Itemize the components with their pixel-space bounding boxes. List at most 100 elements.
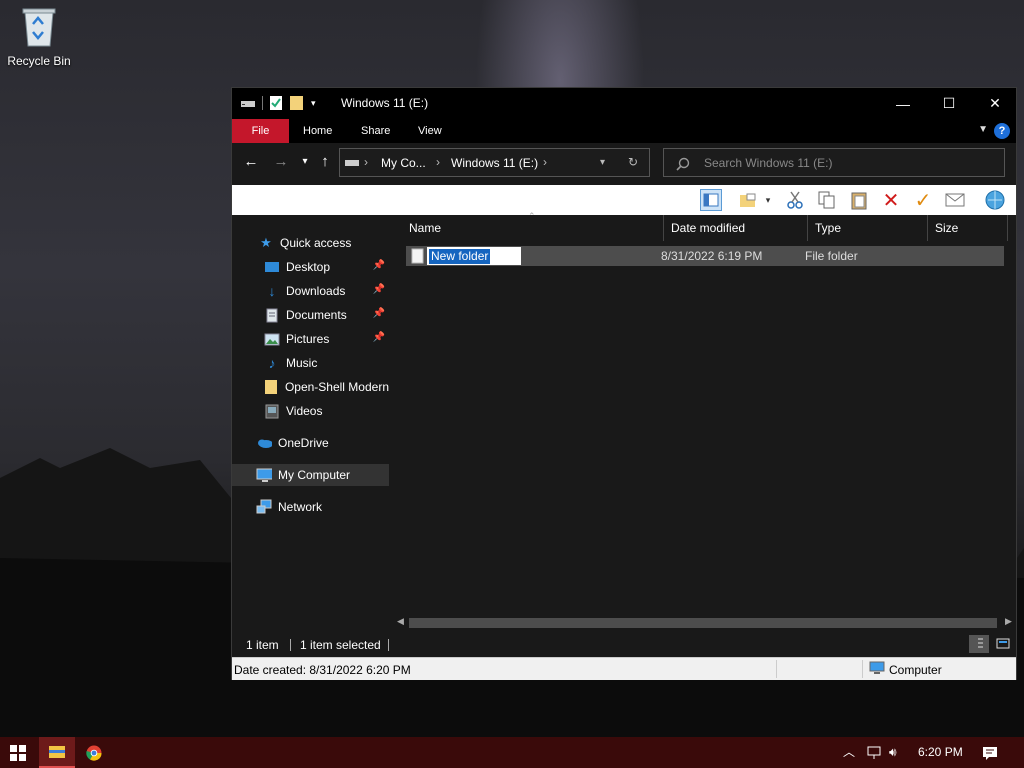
- tab-share[interactable]: Share: [347, 119, 404, 143]
- back-button[interactable]: ←: [240, 151, 262, 173]
- search-box[interactable]: Search Windows 11 (E:): [663, 148, 1005, 177]
- nav-network[interactable]: Network: [232, 496, 389, 518]
- tab-home[interactable]: Home: [289, 119, 346, 143]
- close-button[interactable]: ✕: [972, 88, 1018, 119]
- scroll-thumb[interactable]: [409, 618, 997, 628]
- address-bar[interactable]: › My Co... › Windows 11 (E:) › ▾ ↻: [339, 148, 650, 177]
- folder-icon: [264, 379, 279, 395]
- column-header-size[interactable]: Size: [928, 215, 1008, 241]
- breadcrumb-separator: ›: [543, 155, 547, 169]
- ribbon-tabs: File Home Share View: [232, 119, 1016, 143]
- start-button[interactable]: [0, 737, 36, 768]
- folder-icon: [411, 248, 424, 264]
- up-button[interactable]: ↑: [314, 151, 336, 173]
- help-icon[interactable]: ?: [994, 123, 1010, 139]
- email-icon[interactable]: [944, 189, 966, 211]
- large-icons-view-icon[interactable]: [993, 635, 1013, 653]
- copy-icon[interactable]: [816, 189, 838, 211]
- action-center-icon[interactable]: [982, 737, 998, 768]
- nav-documents[interactable]: Documents 📌: [232, 304, 389, 326]
- nav-music[interactable]: ♪ Music: [232, 352, 389, 374]
- nav-label: Videos: [286, 404, 323, 418]
- table-row[interactable]: New folder 8/31/2022 6:19 PM File folder: [406, 246, 1004, 266]
- tab-file[interactable]: File: [232, 119, 289, 143]
- file-explorer-icon: [49, 746, 65, 758]
- properties-check-icon[interactable]: ✓: [912, 189, 934, 212]
- show-hidden-icons[interactable]: ︿: [843, 737, 855, 768]
- nav-label: Pictures: [286, 332, 330, 346]
- recent-locations-button[interactable]: ▾: [294, 151, 316, 173]
- pin-icon[interactable]: 📌: [373, 260, 385, 271]
- column-header-date-modified[interactable]: Date modified: [664, 215, 808, 241]
- customize-qat-icon[interactable]: ▾: [311, 98, 316, 109]
- rename-input[interactable]: New folder: [427, 247, 521, 265]
- nav-quick-access[interactable]: ★ Quick access: [232, 232, 389, 254]
- nav-label: My Computer: [278, 468, 351, 482]
- volume-icon[interactable]: 🔊︎: [889, 737, 897, 768]
- clock[interactable]: 6:20 PM: [918, 737, 963, 768]
- pin-icon[interactable]: 📌: [373, 308, 385, 319]
- nav-label: Quick access: [280, 236, 352, 250]
- scroll-left-icon[interactable]: ◀: [397, 616, 404, 627]
- maximize-button[interactable]: ☐: [926, 88, 972, 119]
- quick-access-toolbar: ▾: [240, 95, 316, 111]
- recycle-bin[interactable]: Recycle Bin: [4, 6, 74, 68]
- details-view-icon[interactable]: [969, 635, 989, 653]
- nav-downloads[interactable]: ↓ Downloads 📌: [232, 280, 389, 302]
- recycle-bin-label: Recycle Bin: [7, 54, 71, 68]
- nav-videos[interactable]: Videos: [232, 400, 389, 422]
- navigation-pane-icon[interactable]: [700, 189, 722, 211]
- file-explorer-window: ▾ Windows 11 (E:) — ☐ ✕ File Home Share …: [231, 87, 1017, 680]
- taskbar-chrome[interactable]: [76, 737, 112, 768]
- refresh-icon[interactable]: ↻: [628, 155, 638, 169]
- pin-icon[interactable]: 📌: [373, 332, 385, 343]
- horizontal-scrollbar[interactable]: ◀ ▶: [391, 615, 1016, 631]
- nav-onedrive[interactable]: OneDrive: [232, 432, 389, 454]
- ribbon-expand-icon[interactable]: ▼: [978, 124, 988, 135]
- scroll-right-icon[interactable]: ▶: [1005, 616, 1012, 627]
- forward-button[interactable]: →: [270, 151, 292, 173]
- breadcrumb-drive[interactable]: Windows 11 (E:): [451, 156, 538, 170]
- nav-label: Network: [278, 500, 323, 514]
- window-title: Windows 11 (E:): [341, 96, 429, 110]
- downloads-icon: ↓: [268, 283, 276, 299]
- navigation-bar: ← → ▾ ↑ › My Co... › Windows 11 (E:) › ▾…: [232, 143, 1016, 185]
- type-cell: File folder: [805, 249, 858, 263]
- nav-pictures[interactable]: Pictures 📌: [232, 328, 389, 350]
- nav-desktop[interactable]: Desktop 📌: [232, 256, 389, 278]
- column-header-type[interactable]: Type: [808, 215, 928, 241]
- nav-label: OneDrive: [278, 436, 329, 450]
- properties-icon[interactable]: [269, 95, 283, 111]
- cut-icon[interactable]: [784, 189, 806, 211]
- folder-options-icon[interactable]: [737, 189, 759, 211]
- music-icon: ♪: [268, 355, 276, 371]
- folder-options-dropdown-icon[interactable]: ▾: [762, 189, 774, 211]
- minimize-button[interactable]: —: [880, 88, 926, 119]
- rename-text: New folder: [429, 249, 491, 264]
- classic-toolbar: ▾ ✕ ✓: [232, 185, 1016, 215]
- search-placeholder: Search Windows 11 (E:): [704, 156, 833, 170]
- column-header-name[interactable]: Name: [391, 215, 664, 241]
- tab-view[interactable]: View: [404, 119, 456, 143]
- nav-label: Open-Shell Modern: [284, 380, 389, 394]
- pin-icon[interactable]: 📌: [373, 284, 385, 295]
- location-text: Computer: [889, 663, 942, 677]
- paste-icon[interactable]: [848, 189, 870, 211]
- share-globe-icon[interactable]: [984, 189, 1006, 211]
- delete-icon[interactable]: ✕: [880, 189, 902, 212]
- documents-icon: [264, 307, 280, 323]
- title-bar[interactable]: ▾ Windows 11 (E:) — ☐ ✕: [232, 88, 1016, 119]
- network-tray-icon[interactable]: [866, 737, 882, 768]
- nav-label: Documents: [286, 308, 347, 322]
- search-icon: [676, 157, 690, 171]
- address-dropdown-icon[interactable]: ▾: [600, 157, 605, 168]
- taskbar-file-explorer[interactable]: [39, 737, 75, 768]
- breadcrumb-my-computer[interactable]: My Co...: [381, 156, 426, 170]
- nav-open-shell-modern[interactable]: Open-Shell Modern: [232, 376, 389, 398]
- nav-my-computer[interactable]: My Computer: [232, 464, 389, 486]
- new-folder-icon[interactable]: [289, 95, 305, 111]
- file-list: ⌃ Name Date modified Type Size New folde…: [391, 211, 1016, 631]
- videos-icon: [264, 403, 280, 419]
- nav-label: Desktop: [286, 260, 331, 274]
- breadcrumb-separator: ›: [364, 155, 368, 169]
